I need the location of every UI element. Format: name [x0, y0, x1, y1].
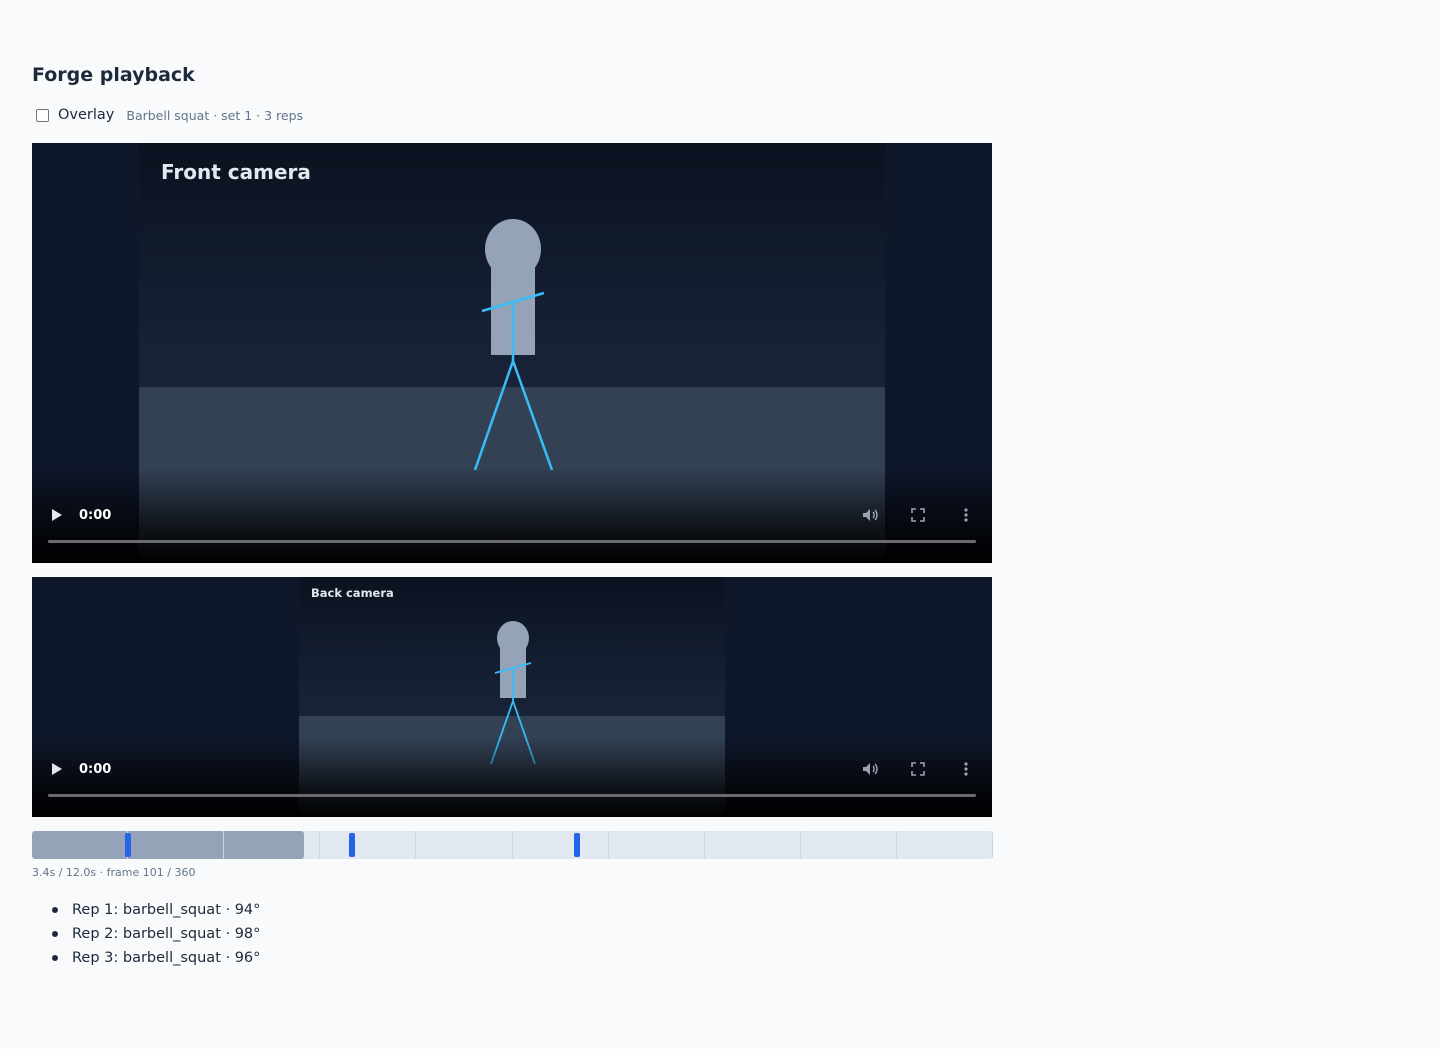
timeline-tick	[415, 831, 417, 859]
video-controls: 0:00	[32, 754, 992, 784]
timeline-tick	[799, 831, 801, 859]
more-options-icon[interactable]	[957, 506, 975, 524]
timeline-tick	[992, 831, 993, 859]
rep-item: Rep 3: barbell_squat · 96°	[52, 946, 260, 970]
page-title: Forge playback	[32, 64, 195, 86]
timeline-tick	[511, 831, 513, 859]
overlay-label[interactable]: Overlay	[58, 107, 114, 123]
rep-item: Rep 1: barbell_squat · 94°	[52, 898, 260, 922]
fullscreen-icon[interactable]	[909, 760, 927, 778]
front-camera-player[interactable]: Front camera 0:00	[32, 143, 992, 563]
volume-icon[interactable]	[861, 506, 879, 524]
rep-marker[interactable]	[573, 833, 580, 857]
video-controls: 0:00	[32, 500, 992, 530]
timeline-tick	[607, 831, 609, 859]
play-icon[interactable]	[51, 508, 63, 522]
volume-icon[interactable]	[861, 760, 879, 778]
timeline-tick	[223, 831, 225, 859]
play-icon[interactable]	[51, 762, 63, 776]
overlay-checkbox[interactable]	[36, 108, 49, 122]
frame-readout: 3.4s / 12.0s · frame 101 / 360	[32, 866, 196, 879]
rep-list: Rep 1: barbell_squat · 94° Rep 2: barbell…	[52, 898, 260, 970]
video-progress-bar[interactable]	[48, 794, 976, 797]
time-display: 0:00	[79, 507, 112, 523]
timeline-tick	[895, 831, 897, 859]
rep-item: Rep 2: barbell_squat · 98°	[52, 922, 260, 946]
timeline-tick	[319, 831, 321, 859]
camera-label: Back camera	[311, 586, 394, 600]
fullscreen-icon[interactable]	[909, 506, 927, 524]
toolbar: Overlay Barbell squat · set 1 · 3 reps	[32, 104, 303, 126]
timeline-progress	[32, 831, 304, 859]
camera-label: Front camera	[161, 160, 311, 184]
more-options-icon[interactable]	[957, 760, 975, 778]
time-display: 0:00	[79, 761, 112, 777]
back-camera-player[interactable]: Back camera 0:00	[32, 577, 992, 817]
rep-marker[interactable]	[349, 833, 355, 857]
timeline-tick	[703, 831, 705, 859]
timeline-scrubber[interactable]	[32, 831, 993, 859]
rep-marker[interactable]	[125, 833, 132, 857]
video-progress-bar[interactable]	[48, 540, 976, 543]
session-meta: Barbell squat · set 1 · 3 reps	[126, 107, 304, 123]
